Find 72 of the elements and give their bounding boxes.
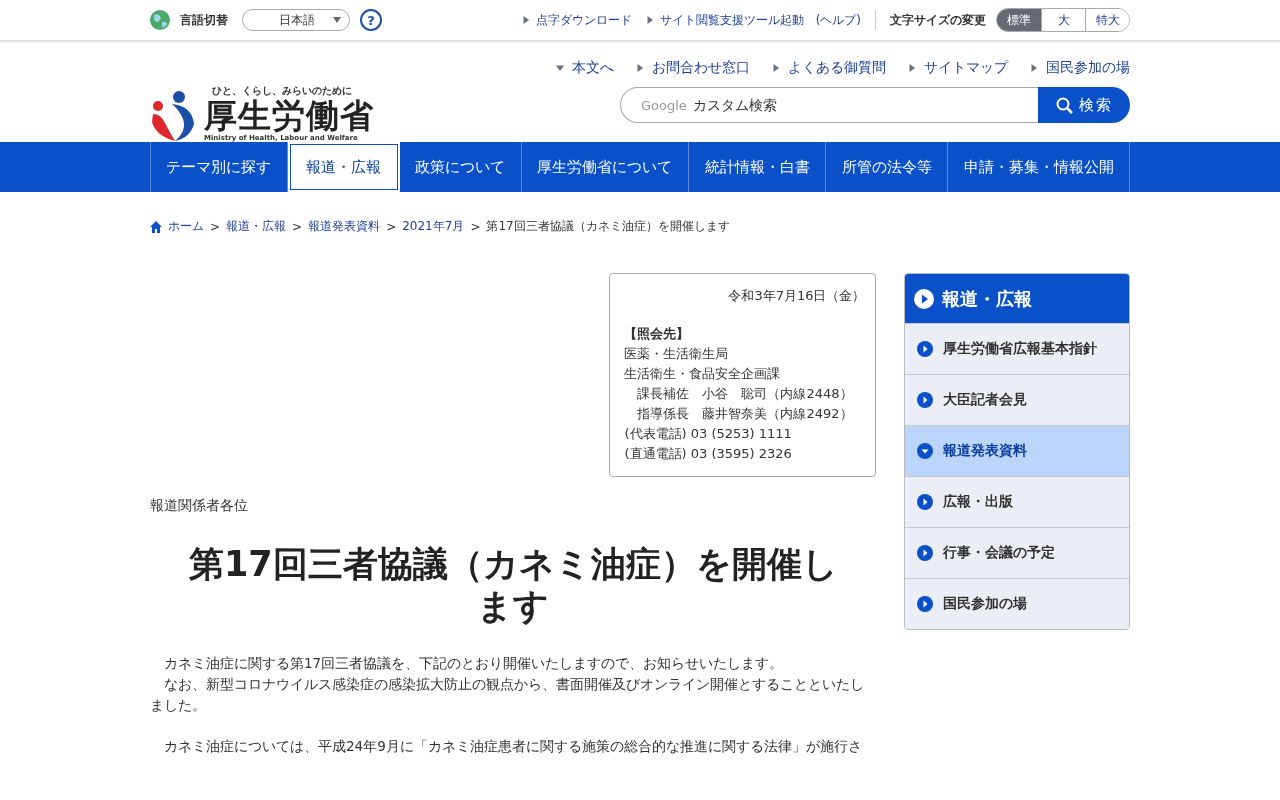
sidebar-item[interactable]: 報道発表資料	[905, 425, 1129, 476]
top-link[interactable]: 点字ダウンロード	[521, 11, 632, 29]
breadcrumb-separator: >	[292, 219, 303, 234]
caret-right-icon	[772, 64, 780, 72]
search-button[interactable]: 検索	[1038, 87, 1130, 123]
contact-line: (直通電話) 03 (3595) 2326	[624, 445, 793, 463]
search-icon	[1055, 96, 1073, 114]
body-text: カネミ油症に関する第17回三者協議を、下記のとおり開催いたしますので、お知らせいたします。	[163, 654, 785, 673]
help-link[interactable]: (ヘルプ)	[815, 11, 861, 29]
breadcrumb-link[interactable]: ホーム	[168, 218, 204, 235]
font-size-button[interactable]: 特大	[1085, 9, 1129, 31]
font-size-label: 文字サイズの変更	[890, 11, 986, 29]
utility-link[interactable]: サイトマップ	[908, 59, 1008, 77]
release-date: 令和3年7月16日（金）	[727, 287, 866, 305]
play-icon	[917, 596, 934, 612]
nav-tab[interactable]: 所管の法令等	[826, 142, 949, 192]
nav-tab[interactable]: 報道・広報	[289, 144, 398, 190]
globe-icon	[150, 10, 170, 30]
search-brand: Google	[641, 97, 687, 113]
contact-line: 医薬・生活衛生局	[624, 345, 730, 363]
utility-link[interactable]: 国民参加の場	[1030, 59, 1130, 77]
utility-link[interactable]: よくある御質問	[772, 59, 886, 77]
sidebar-item[interactable]: 広報・出版	[905, 476, 1129, 527]
sidebar-heading[interactable]: 報道・広報	[905, 274, 1129, 323]
contact-line: 指導係長 藤井智奈美（内線2492）	[636, 405, 854, 423]
sidebar-item[interactable]: 行事・会議の予定	[905, 527, 1129, 578]
play-icon	[917, 341, 934, 357]
play-icon	[917, 494, 934, 510]
contact-line: 課長補佐 小谷 聡司（内線2448）	[636, 385, 854, 403]
caret-right-icon	[636, 64, 644, 72]
play-icon	[914, 288, 935, 309]
language-select[interactable]: 日本語	[242, 9, 350, 31]
caret-down-circle-icon	[917, 443, 934, 459]
breadcrumb-separator: >	[470, 219, 481, 234]
nav-tab[interactable]: テーマ別に探す	[150, 142, 288, 192]
breadcrumb-separator: >	[210, 219, 221, 234]
addressee: 報道関係者各位	[150, 497, 249, 515]
breadcrumb-link[interactable]: 2021年7月	[402, 218, 465, 235]
caret-right-icon	[908, 64, 916, 72]
logo-name[interactable]: 厚生労働省	[204, 97, 374, 134]
caret-down-icon	[556, 64, 564, 72]
contact-heading: 【照会先】	[624, 325, 691, 343]
page-title: 第17回三者協議（カネミ油症）を開催します	[187, 543, 839, 627]
breadcrumb-separator: >	[386, 219, 397, 234]
utility-link[interactable]: 本文へ	[556, 59, 614, 77]
font-size-button[interactable]: 標準	[997, 9, 1041, 31]
sidebar-item[interactable]: 国民参加の場	[905, 578, 1129, 629]
nav-tab[interactable]: 厚生労働省について	[521, 142, 690, 192]
nav-tab[interactable]: 申請・募集・情報公開	[948, 142, 1131, 192]
sidebar-item[interactable]: 厚生労働省広報基本指針	[905, 323, 1129, 374]
nav-tab[interactable]: 政策について	[399, 142, 522, 192]
breadcrumb-link[interactable]: 報道発表資料	[308, 218, 381, 235]
play-icon	[917, 392, 934, 408]
utility-link[interactable]: お問合わせ窓口	[636, 59, 750, 77]
contact-line: 生活衛生・食品安全企画課	[624, 365, 782, 383]
play-icon	[917, 545, 934, 561]
help-button[interactable]: ?	[360, 9, 382, 31]
caret-down-icon	[333, 17, 341, 23]
logo-tagline: ひと、くらし、みらいのために	[212, 83, 352, 98]
home-icon	[150, 220, 162, 233]
contact-line: (代表電話) 03 (5253) 1111	[624, 425, 793, 443]
sidebar-item[interactable]: 大臣記者会見	[905, 374, 1129, 425]
top-link[interactable]: サイト閲覧支援ツール起動	[645, 11, 804, 29]
caret-right-icon	[1030, 64, 1038, 72]
nav-tab[interactable]: 統計情報・白書	[689, 142, 827, 192]
language-label: 言語切替	[180, 11, 228, 29]
body-text: なお、新型コロナウイルス感染症の感染拡大防止の観点から、書面開催及びオンライン開催とすることといたしました。	[150, 675, 865, 715]
breadcrumb-link[interactable]: 報道・広報	[226, 218, 287, 235]
breadcrumb-current: 第17回三者協議（カネミ油症）を開催します	[486, 218, 730, 235]
body-text: カネミ油症については、平成24年9月に「カネミ油症患者に関する施策の総合的な推進に関する法律」が施行さ	[163, 737, 863, 756]
caret-right-icon	[645, 16, 654, 24]
caret-right-icon	[521, 16, 530, 24]
